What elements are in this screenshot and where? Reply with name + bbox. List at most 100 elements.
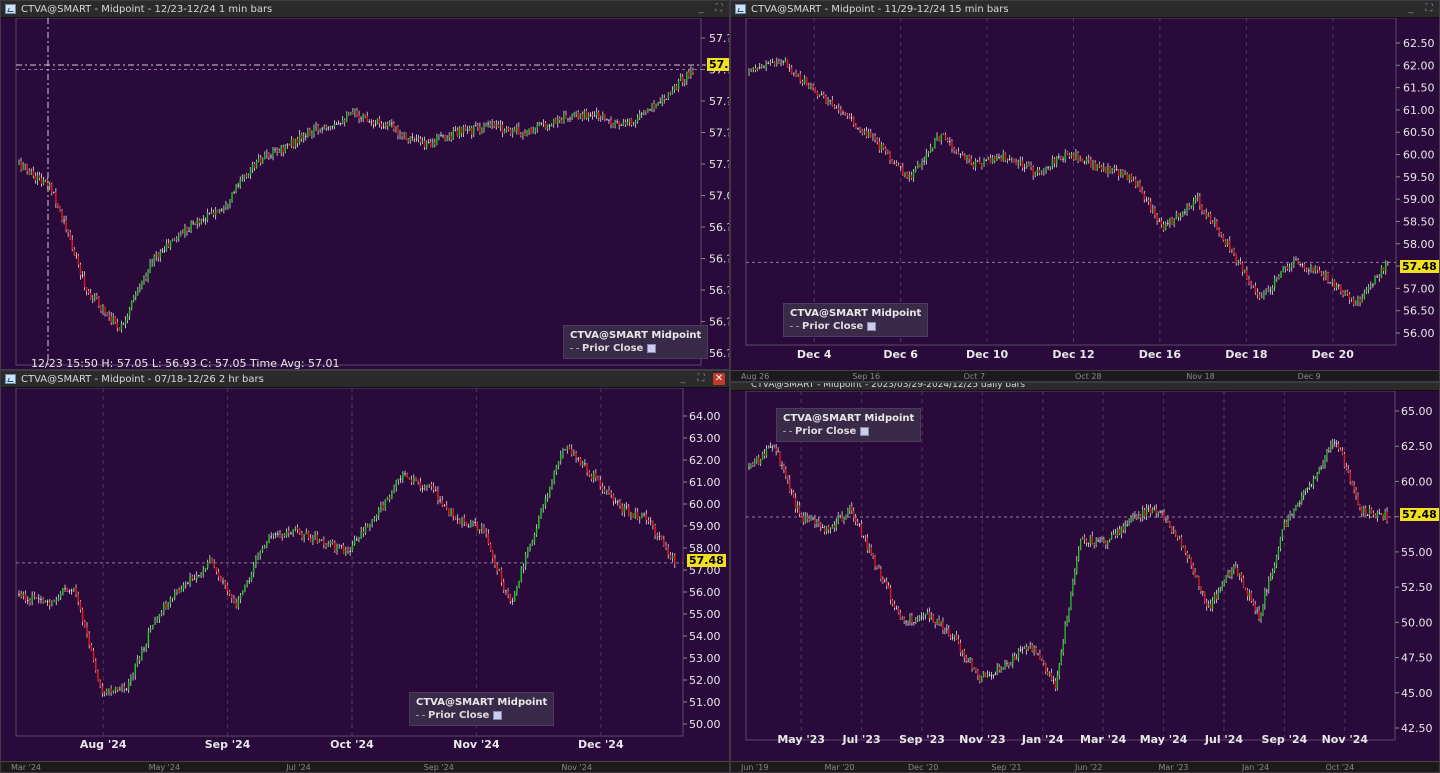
hover-info: 12/23 15:50 H: 57.05 L: 56.93 C: 57.05 T…	[31, 357, 340, 370]
candle-body	[899, 166, 902, 168]
candle-body	[1115, 168, 1118, 170]
candle-body	[783, 465, 785, 470]
candle-body	[378, 118, 381, 124]
candle-body	[926, 611, 929, 615]
y-tick-label: 62.00	[1403, 59, 1435, 72]
time-scrollbar[interactable]: Aug 26 Sep 16 Oct 7 Oct 28 Nov 18 Dec 9	[731, 370, 1439, 381]
candle-body	[833, 525, 836, 528]
candle-body	[632, 123, 635, 126]
candle-body	[1265, 289, 1267, 293]
candle-body	[849, 506, 851, 511]
candle-body	[785, 469, 787, 477]
candle-body	[663, 97, 665, 100]
candlestick-chart[interactable]: 64.0063.0062.0061.0060.0059.0058.0057.00…	[1, 388, 730, 762]
candle-body	[356, 110, 358, 116]
candle-body	[599, 480, 602, 487]
candle-body	[825, 526, 828, 532]
candle-body	[1180, 537, 1183, 548]
candle-body	[674, 555, 676, 564]
candle-body	[395, 126, 397, 130]
candle-body	[1122, 170, 1124, 175]
candle-body	[884, 148, 887, 151]
x-date-label: Nov '24	[453, 738, 500, 751]
prior-close-checkbox[interactable]	[867, 321, 877, 331]
candle-body	[549, 487, 551, 497]
maximize-button[interactable]: ⛶	[1423, 3, 1435, 15]
candle-body	[1092, 162, 1094, 167]
candle-body	[57, 597, 60, 601]
candle-body	[336, 547, 338, 551]
chart-panel-1min[interactable]: CTVA@SMART - Midpoint - 12/23-12/24 1 mi…	[0, 0, 730, 370]
candle-body	[1038, 169, 1041, 174]
candle-body	[252, 565, 255, 574]
scrollbar-date-label: Dec '20	[908, 763, 939, 772]
candle-body	[366, 116, 368, 122]
candle-body	[752, 67, 755, 70]
maximize-button[interactable]: ⛶	[695, 373, 707, 385]
y-tick-label: 56.?	[709, 284, 730, 297]
candle-body	[889, 152, 891, 161]
minimize-button[interactable]: _	[677, 373, 689, 385]
candle-body	[421, 140, 424, 143]
candle-body	[1374, 514, 1377, 518]
candle-body	[1093, 543, 1095, 546]
candle-body	[1359, 504, 1361, 508]
candle-body	[585, 110, 588, 118]
chart-panel-daily[interactable]: CTVA@SMART - Midpoint - 2023/03/29-2024/…	[730, 382, 1440, 773]
candle-body	[656, 535, 659, 537]
candle-body	[1310, 484, 1313, 486]
candle-body	[748, 70, 750, 73]
prior-close-checkbox[interactable]	[647, 343, 657, 353]
prior-close-checkbox[interactable]	[493, 710, 503, 720]
candle-body	[130, 676, 132, 682]
candlestick-chart[interactable]: 65.0062.5060.0057.5055.0052.5050.0047.50…	[731, 391, 1440, 761]
candle-body	[360, 117, 362, 119]
candle-body	[244, 584, 246, 591]
candlestick-chart[interactable]: 57.? 57.? 57.? 57.? 57.? 57.0 56.? 56.? 56.? 56.?…	[1, 18, 730, 370]
candle-body	[184, 583, 187, 585]
minimize-button[interactable]: _	[1405, 3, 1417, 15]
minimize-button[interactable]: _	[695, 3, 707, 15]
candle-body	[1342, 291, 1344, 296]
candle-body	[260, 157, 262, 163]
candle-body	[868, 547, 870, 551]
chart-panel-2hr[interactable]: CTVA@SMART - Midpoint - 07/18-12/26 2 hr…	[0, 370, 730, 773]
candle-body	[940, 133, 943, 141]
candle-body	[426, 485, 428, 487]
candle-body	[1120, 170, 1122, 177]
candle-body	[610, 120, 612, 125]
time-scrollbar[interactable]: Jun '19 Mar '20 Dec '20 Sep '21 Jun '22 Mar '…	[731, 761, 1439, 772]
panel-titlebar[interactable]: CTVA@SMART - Midpoint - 12/23-12/24 1 mi…	[1, 1, 729, 18]
candle-body	[339, 123, 342, 125]
candle-body	[569, 118, 571, 120]
candle-body	[1372, 512, 1375, 515]
candle-body	[657, 102, 659, 105]
panel-titlebar[interactable]: CTVA@SMART - Midpoint - 07/18-12/26 2 hr…	[1, 371, 729, 388]
candle-body	[325, 126, 327, 128]
panel-titlebar[interactable]: CTVA@SMART - Midpoint - 11/29-12/24 15 m…	[731, 1, 1439, 18]
candle-body	[31, 595, 33, 603]
candle-body	[419, 138, 422, 143]
candle-body	[335, 123, 338, 125]
candle-body	[792, 491, 795, 498]
time-scrollbar[interactable]: Mar '24 May '24 Jul '24 Sep '24 Nov '24	[1, 761, 729, 772]
prior-close-checkbox[interactable]	[860, 426, 870, 436]
candle-body	[1368, 508, 1371, 515]
candle-body	[1370, 284, 1372, 288]
candle-body	[550, 124, 553, 126]
close-button[interactable]: ✕	[713, 373, 725, 385]
candle-body	[369, 524, 371, 528]
y-tick-label: 57.00	[1403, 282, 1435, 295]
chart-panel-15min[interactable]: CTVA@SMART - Midpoint - 11/29-12/24 15 m…	[730, 0, 1440, 382]
candle-body	[823, 94, 825, 96]
candle-body	[411, 136, 414, 138]
maximize-button[interactable]: ⛶	[713, 3, 725, 15]
panel-titlebar[interactable]: CTVA@SMART - Midpoint - 2023/03/29-2024/…	[731, 383, 1439, 391]
candle-body	[1270, 576, 1272, 581]
scrollbar-date-label: Jul '24	[286, 763, 311, 772]
candle-body	[934, 622, 936, 624]
candle-body	[1363, 508, 1365, 513]
candle-body	[195, 575, 198, 580]
y-tick-label: 50.00	[689, 718, 721, 731]
legend-series: CTVA@SMART Midpoint	[790, 308, 922, 319]
